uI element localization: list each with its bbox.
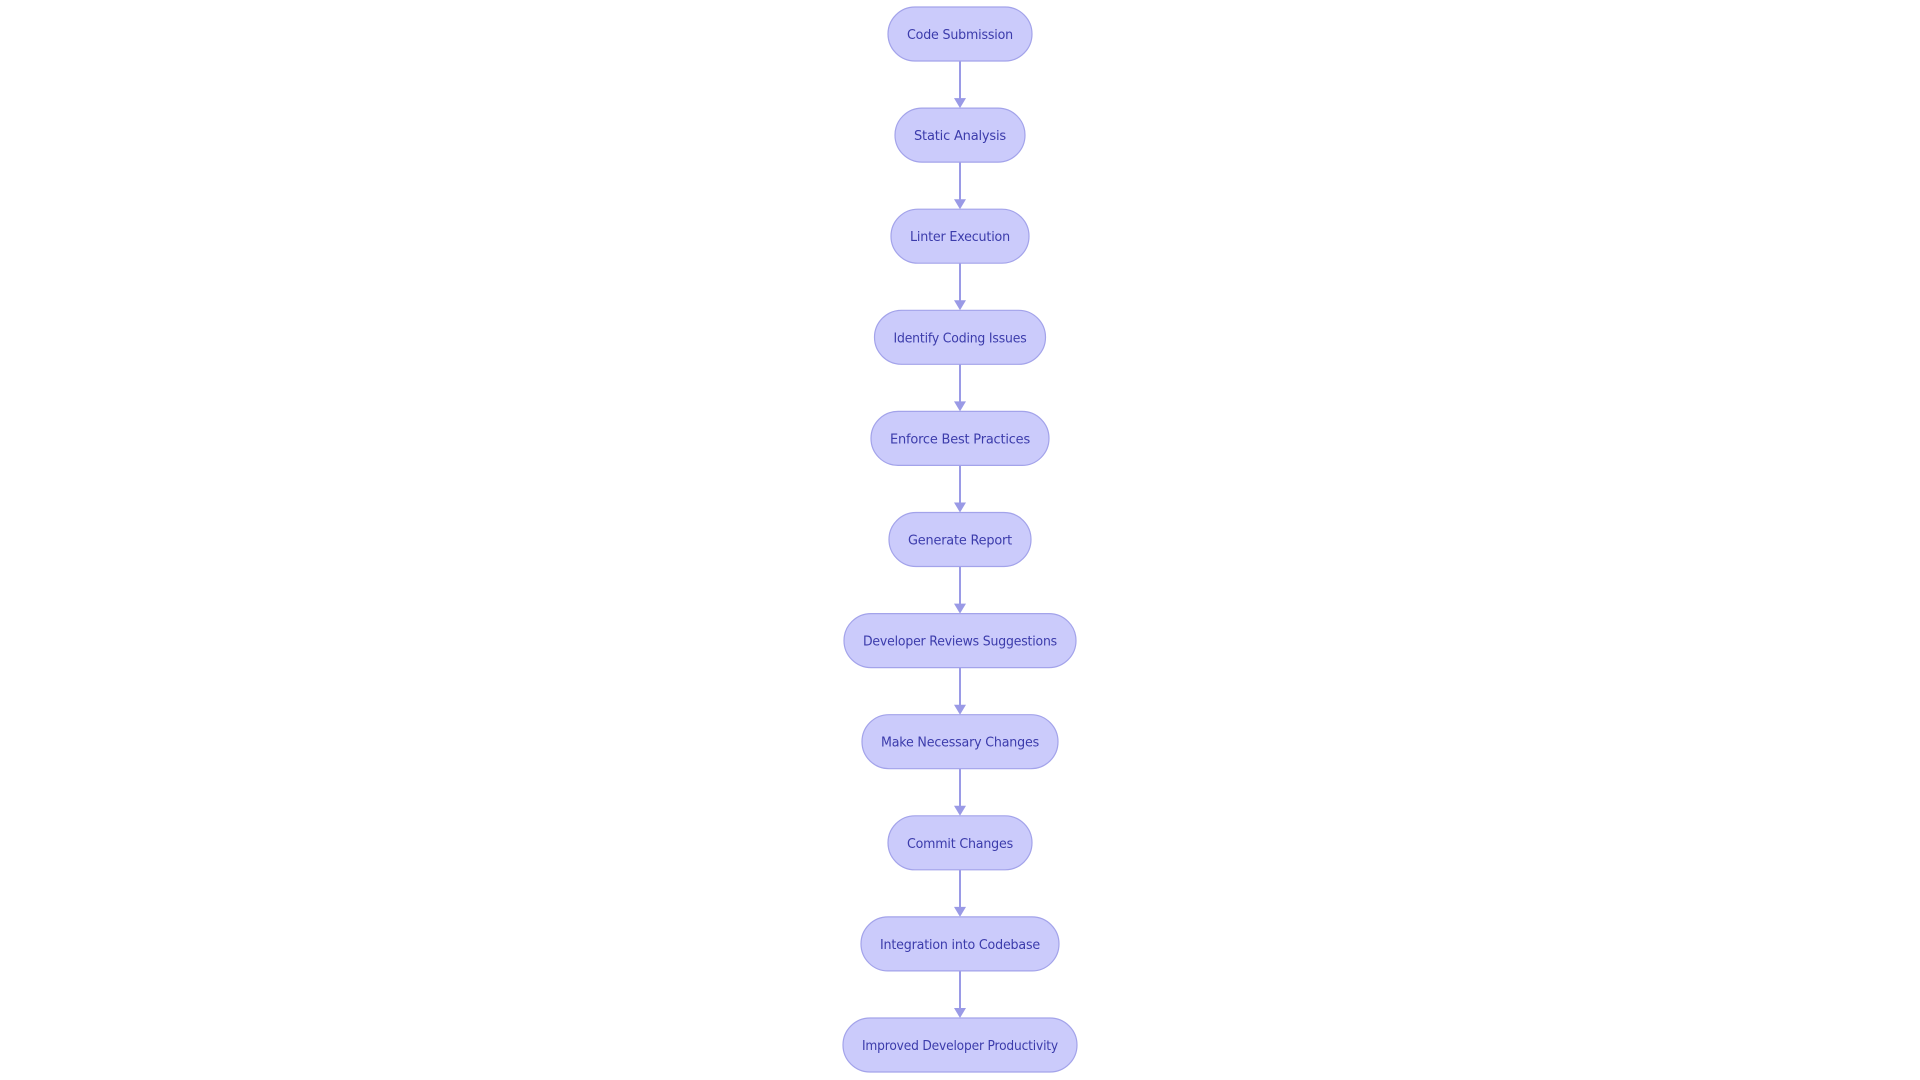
edge-identify-coding-issues-to-enforce-best-practices bbox=[954, 364, 966, 412]
node-label: Integration into Codebase bbox=[880, 937, 1040, 953]
edge-code-submission-to-static-analysis bbox=[954, 61, 966, 109]
edge-enforce-best-practices-to-generate-report bbox=[954, 465, 966, 513]
arrowhead-icon bbox=[954, 300, 966, 311]
arrowhead-icon bbox=[954, 98, 966, 109]
arrowhead-icon bbox=[954, 704, 966, 715]
node-integration-into-codebase: Integration into Codebase bbox=[860, 916, 1060, 972]
node-make-necessary-changes: Make Necessary Changes bbox=[861, 714, 1059, 770]
flowchart: Code Submission Static Analysis Linter Exe… bbox=[842, 6, 1078, 1073]
edge-static-analysis-to-linter-execution bbox=[954, 162, 966, 210]
edge-generate-report-to-developer-reviews-suggestions bbox=[954, 566, 966, 614]
node-label: Enforce Best Practices bbox=[890, 431, 1030, 447]
edge-developer-reviews-suggestions-to-make-necessary-changes bbox=[954, 667, 966, 715]
node-label: Developer Reviews Suggestions bbox=[863, 634, 1057, 650]
arrowhead-icon bbox=[954, 906, 966, 917]
node-label: Code Submission bbox=[907, 27, 1013, 43]
arrowhead-icon bbox=[954, 502, 966, 513]
edge-make-necessary-changes-to-commit-changes bbox=[954, 768, 966, 816]
edge-commit-changes-to-integration-into-codebase bbox=[954, 869, 966, 917]
node-label: Generate Report bbox=[908, 533, 1012, 549]
node-label: Commit Changes bbox=[907, 836, 1013, 852]
node-label: Make Necessary Changes bbox=[881, 735, 1039, 751]
node-label: Identify Coding Issues bbox=[894, 330, 1027, 346]
node-label: Static Analysis bbox=[914, 128, 1006, 144]
node-static-analysis: Static Analysis bbox=[894, 107, 1026, 163]
node-identify-coding-issues: Identify Coding Issues bbox=[873, 309, 1047, 365]
node-label: Improved Developer Productivity bbox=[862, 1038, 1058, 1054]
node-enforce-best-practices: Enforce Best Practices bbox=[870, 410, 1050, 466]
edge-linter-execution-to-identify-coding-issues bbox=[954, 263, 966, 311]
arrowhead-icon bbox=[954, 401, 966, 412]
arrowhead-icon bbox=[954, 805, 966, 816]
node-improved-developer-productivity: Improved Developer Productivity bbox=[842, 1017, 1078, 1073]
node-commit-changes: Commit Changes bbox=[887, 815, 1033, 871]
flowchart-canvas: Code Submission Static Analysis Linter Exe… bbox=[0, 0, 1920, 1080]
node-generate-report: Generate Report bbox=[888, 511, 1032, 568]
node-code-submission: Code Submission bbox=[887, 6, 1033, 62]
node-developer-reviews-suggestions: Developer Reviews Suggestions bbox=[843, 612, 1077, 669]
arrowhead-icon bbox=[954, 1008, 966, 1018]
edge-integration-into-codebase-to-improved-developer-productivity bbox=[954, 970, 966, 1018]
node-linter-execution: Linter Execution bbox=[890, 208, 1030, 264]
node-label: Linter Execution bbox=[910, 229, 1010, 245]
arrowhead-icon bbox=[954, 199, 966, 210]
arrowhead-icon bbox=[954, 603, 966, 614]
